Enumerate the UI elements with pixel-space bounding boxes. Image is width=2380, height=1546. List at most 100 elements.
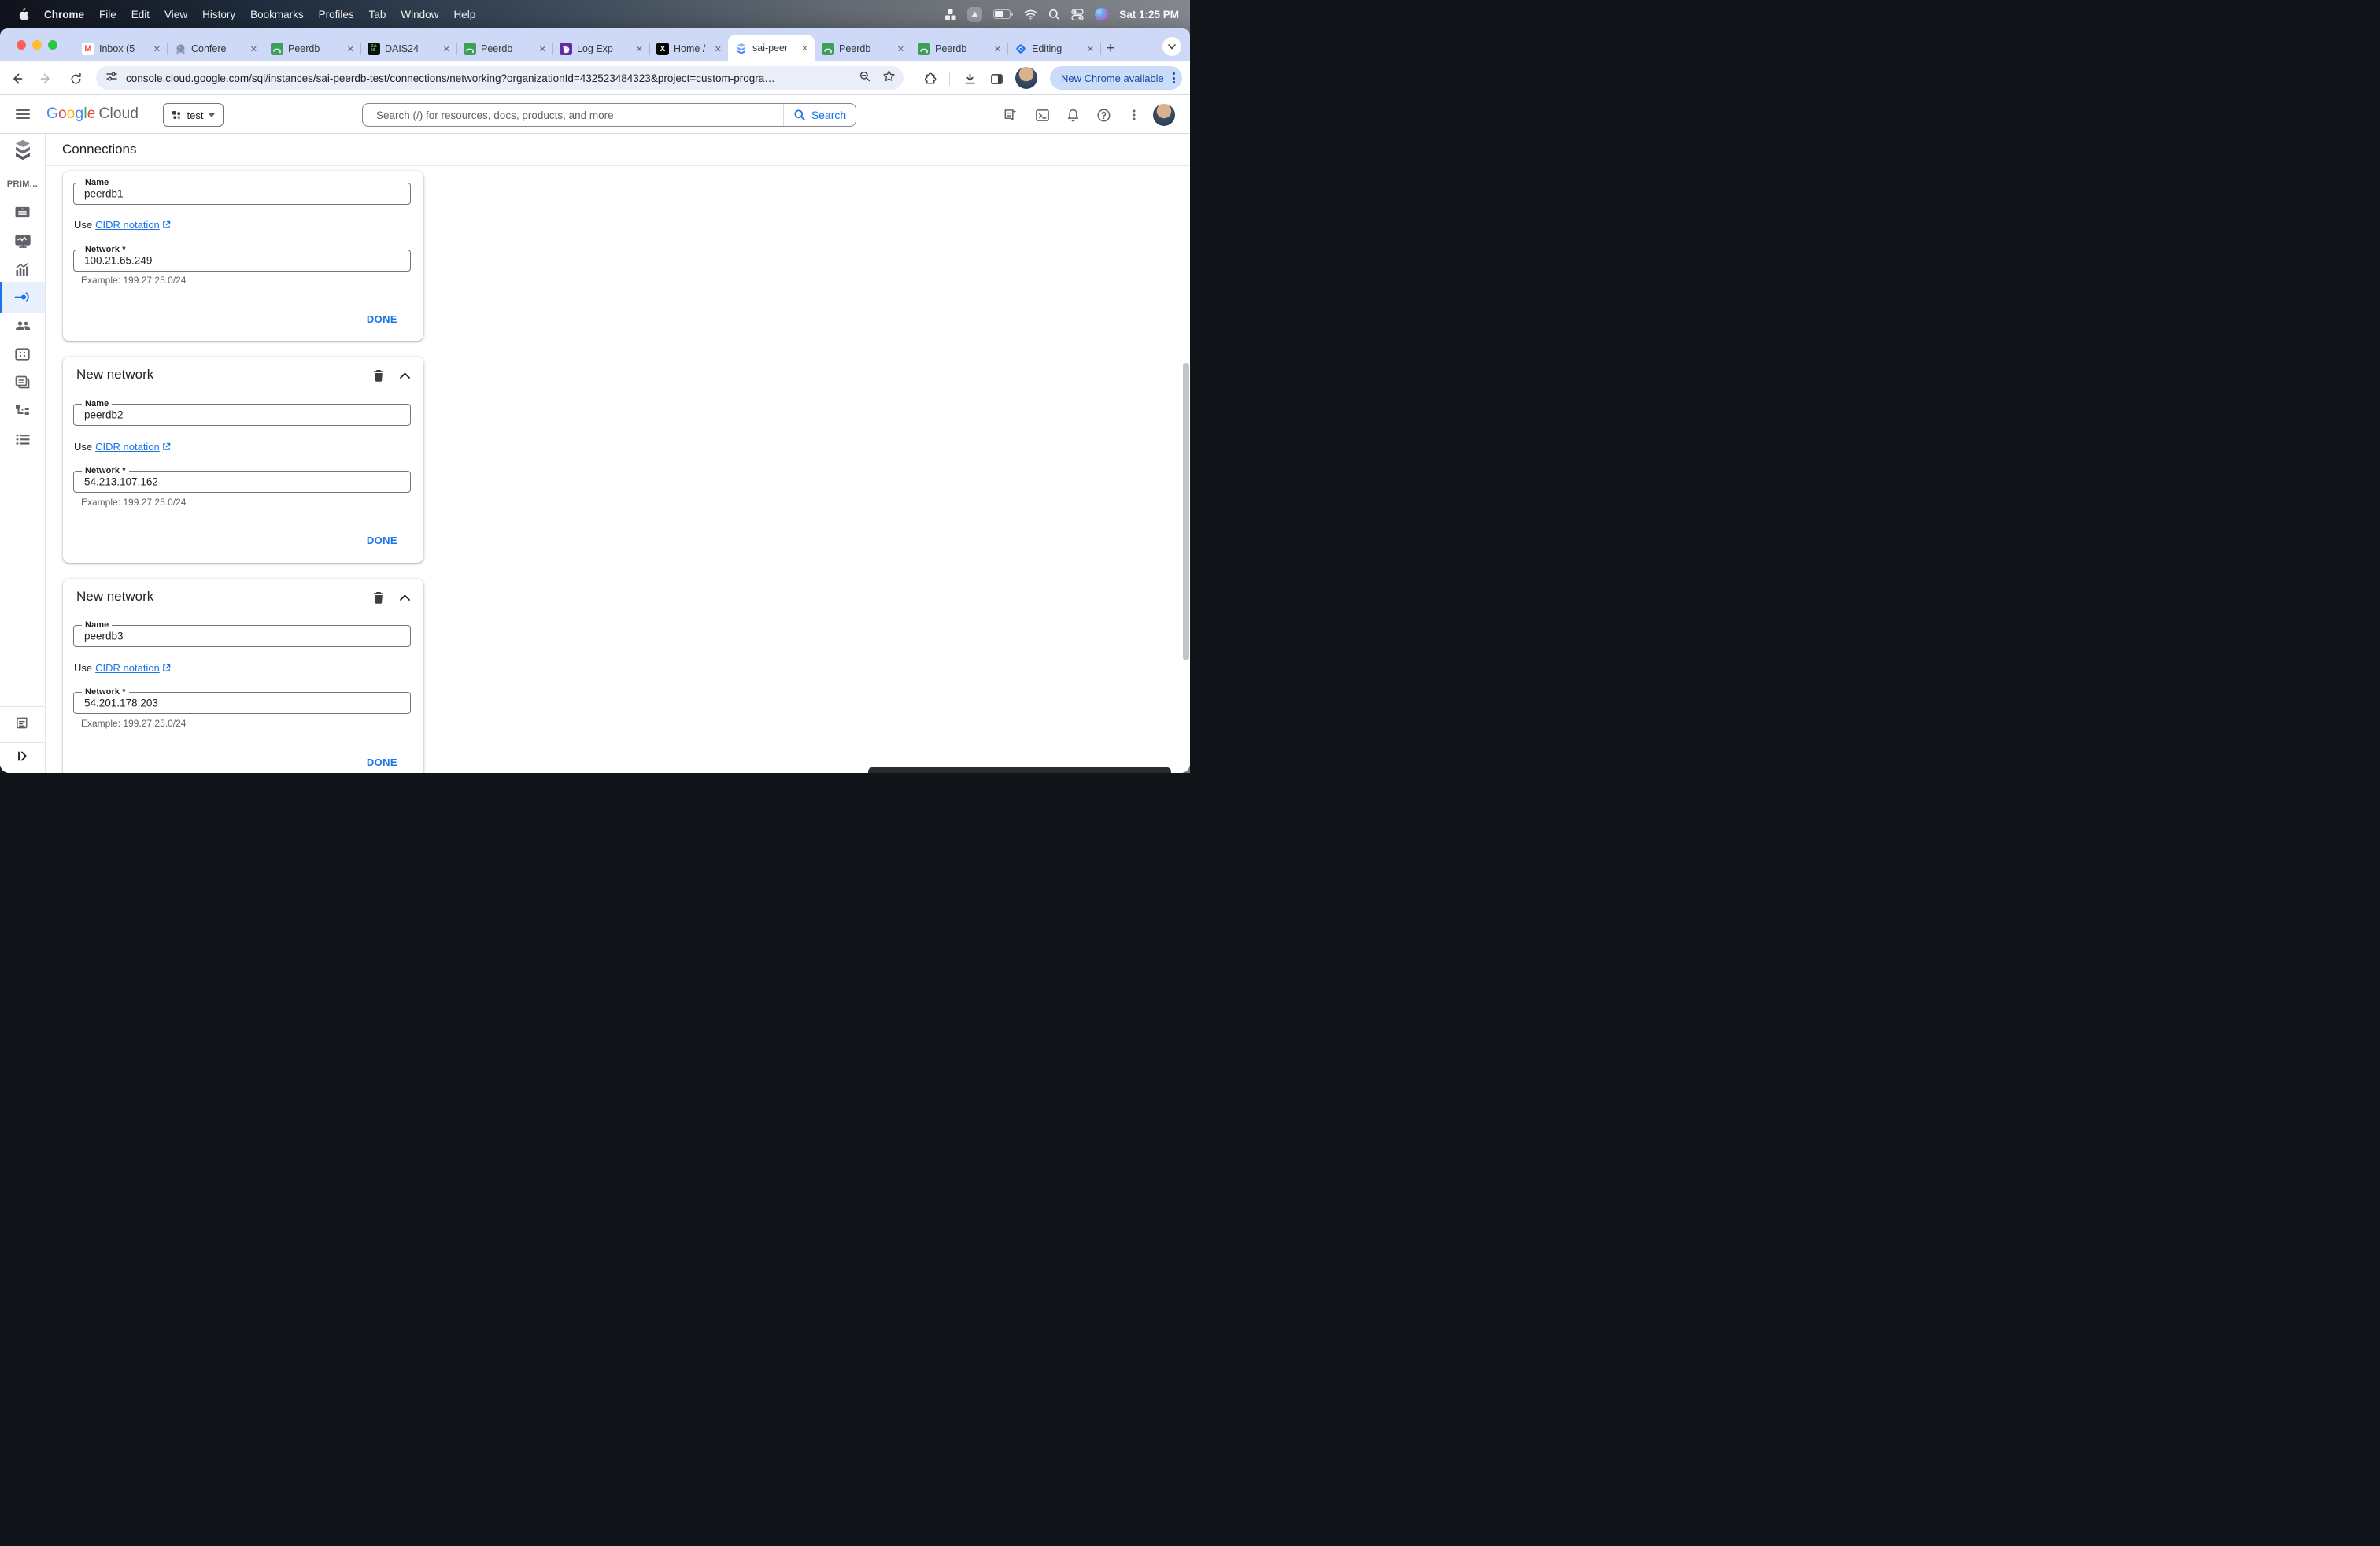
tab-close-icon[interactable]: ✕ bbox=[1085, 44, 1096, 54]
menu-profiles[interactable]: Profiles bbox=[319, 9, 354, 20]
zoom-level-icon[interactable] bbox=[859, 70, 871, 87]
sidebar-item-databases[interactable] bbox=[0, 346, 45, 362]
search-button[interactable]: Search bbox=[783, 104, 856, 126]
page-scrollbar-thumb[interactable] bbox=[1183, 363, 1189, 660]
tab-close-icon[interactable]: ✕ bbox=[634, 44, 645, 54]
sidebar-item-backups[interactable] bbox=[0, 374, 45, 390]
collapse-card-button[interactable] bbox=[397, 590, 412, 605]
extensions-icon[interactable] bbox=[920, 68, 941, 89]
chrome-menu-icon[interactable] bbox=[1173, 72, 1175, 83]
sidebar-item-replicas[interactable] bbox=[0, 402, 45, 418]
cloud-shell-icon[interactable] bbox=[1033, 105, 1051, 124]
tab-close-icon[interactable]: ✕ bbox=[249, 44, 259, 54]
sidebar-item-users[interactable] bbox=[0, 318, 45, 334]
tab-peerdb-4[interactable]: Peerdb ✕ bbox=[911, 36, 1007, 61]
cidr-notation-link[interactable]: CIDR notation bbox=[95, 219, 171, 231]
tab-close-icon[interactable]: ✕ bbox=[800, 43, 810, 54]
sidebar-item-query-insights[interactable] bbox=[0, 261, 45, 277]
release-notes-icon[interactable] bbox=[1000, 105, 1019, 124]
downloads-icon[interactable] bbox=[959, 68, 980, 89]
browser-profile-avatar[interactable] bbox=[1015, 67, 1037, 89]
cloud-search-bar[interactable]: Search (/) for resources, docs, products… bbox=[362, 103, 856, 127]
battery-icon[interactable] bbox=[993, 9, 1014, 19]
google-cloud-logo[interactable]: Google Cloud bbox=[46, 105, 139, 123]
address-bar[interactable]: console.cloud.google.com/sql/instances/s… bbox=[96, 66, 904, 90]
tab-close-icon[interactable]: ✕ bbox=[896, 44, 906, 54]
notifications-icon[interactable] bbox=[1063, 105, 1082, 124]
network-field[interactable]: Network * 54.201.178.203 bbox=[73, 687, 411, 714]
tab-close-icon[interactable]: ✕ bbox=[152, 44, 162, 54]
name-field[interactable]: Name peerdb3 bbox=[73, 620, 411, 647]
tab-editing[interactable]: Editing ✕ bbox=[1007, 36, 1100, 61]
tab-close-icon[interactable]: ✕ bbox=[538, 44, 548, 54]
menu-history[interactable]: History bbox=[202, 9, 235, 20]
nav-menu-icon[interactable] bbox=[15, 107, 31, 125]
tab-close-icon[interactable]: ✕ bbox=[346, 44, 356, 54]
new-tab-button[interactable]: + bbox=[1102, 41, 1119, 58]
done-button[interactable]: DONE bbox=[367, 756, 397, 768]
delete-network-button[interactable] bbox=[371, 368, 386, 383]
menu-file[interactable]: File bbox=[99, 9, 116, 20]
menu-window[interactable]: Window bbox=[401, 9, 438, 20]
site-settings-icon[interactable] bbox=[105, 70, 118, 87]
tab-conference[interactable]: Confere ✕ bbox=[167, 36, 264, 61]
menu-edit[interactable]: Edit bbox=[131, 9, 150, 20]
tab-x-home[interactable]: X Home / ✕ bbox=[649, 36, 728, 61]
name-field[interactable]: Name peerdb1 bbox=[73, 178, 411, 205]
help-icon[interactable] bbox=[1094, 105, 1113, 124]
control-center-icon[interactable] bbox=[1071, 8, 1084, 20]
account-avatar[interactable] bbox=[1153, 104, 1175, 126]
side-panel-icon[interactable] bbox=[986, 68, 1007, 89]
tab-peerdb-3[interactable]: Peerdb ✕ bbox=[815, 36, 911, 61]
menu-bar-clock[interactable]: Sat 1:25 PM bbox=[1119, 9, 1179, 20]
delete-network-button[interactable] bbox=[371, 590, 386, 605]
back-icon[interactable] bbox=[7, 68, 28, 89]
screen-recorder-icon[interactable] bbox=[967, 6, 983, 22]
sidebar-item-connections[interactable] bbox=[0, 289, 45, 305]
collapse-card-button[interactable] bbox=[397, 368, 412, 383]
menu-bookmarks[interactable]: Bookmarks bbox=[250, 9, 304, 20]
network-field[interactable]: Network * 54.213.107.162 bbox=[73, 466, 411, 493]
menu-tab[interactable]: Tab bbox=[369, 9, 386, 20]
tab-search-button[interactable] bbox=[1162, 37, 1181, 56]
tab-peerdb-2[interactable]: Peerdb ✕ bbox=[456, 36, 552, 61]
zoom-window-button[interactable] bbox=[48, 40, 57, 50]
cidr-notation-link[interactable]: CIDR notation bbox=[95, 441, 171, 453]
tab-close-icon[interactable]: ✕ bbox=[713, 44, 723, 54]
forward-icon[interactable] bbox=[35, 68, 56, 89]
menu-view[interactable]: View bbox=[164, 9, 187, 20]
window-tiling-icon[interactable] bbox=[944, 9, 956, 20]
siri-icon[interactable] bbox=[1095, 7, 1109, 21]
sidebar-item-operations[interactable] bbox=[0, 431, 45, 447]
reload-icon[interactable] bbox=[65, 68, 86, 89]
bookmark-star-icon[interactable] bbox=[882, 69, 896, 87]
network-field[interactable]: Network * 100.21.65.249 bbox=[73, 245, 411, 272]
more-options-icon[interactable] bbox=[1125, 105, 1144, 124]
name-field[interactable]: Name peerdb2 bbox=[73, 399, 411, 426]
chrome-update-chip[interactable]: New Chrome available bbox=[1050, 66, 1182, 90]
apple-icon[interactable] bbox=[17, 7, 29, 21]
tab-inbox[interactable]: M Inbox (5 ✕ bbox=[75, 36, 167, 61]
close-window-button[interactable] bbox=[17, 40, 26, 50]
tab-close-icon[interactable]: ✕ bbox=[442, 44, 452, 54]
tab-close-icon[interactable]: ✕ bbox=[992, 44, 1003, 54]
sidebar-collapse-toggle[interactable] bbox=[0, 748, 45, 764]
done-button[interactable]: DONE bbox=[367, 534, 397, 546]
sidebar-item-release-notes[interactable] bbox=[0, 715, 45, 730]
menu-help[interactable]: Help bbox=[453, 9, 475, 20]
tab-log-explorer[interactable]: Log Exp ✕ bbox=[552, 36, 649, 61]
tab-dais24[interactable]: DA IS DAIS24 ✕ bbox=[360, 36, 456, 61]
tab-peerdb-1[interactable]: Peerdb ✕ bbox=[264, 36, 360, 61]
sidebar-item-overview[interactable] bbox=[0, 204, 45, 220]
search-input[interactable]: Search (/) for resources, docs, products… bbox=[363, 109, 783, 121]
tab-sai-peerdb-active[interactable]: sai-peer ✕ bbox=[728, 35, 815, 61]
project-picker[interactable]: test bbox=[163, 103, 224, 127]
wifi-icon[interactable] bbox=[1024, 9, 1037, 20]
spotlight-icon[interactable] bbox=[1048, 9, 1060, 20]
menu-chrome[interactable]: Chrome bbox=[44, 9, 84, 20]
minimize-window-button[interactable] bbox=[32, 40, 42, 50]
url-text[interactable]: console.cloud.google.com/sql/instances/s… bbox=[126, 72, 852, 84]
cidr-notation-link[interactable]: CIDR notation bbox=[95, 662, 171, 674]
sidebar-item-system-insights[interactable] bbox=[0, 233, 45, 249]
done-button[interactable]: DONE bbox=[367, 313, 397, 325]
